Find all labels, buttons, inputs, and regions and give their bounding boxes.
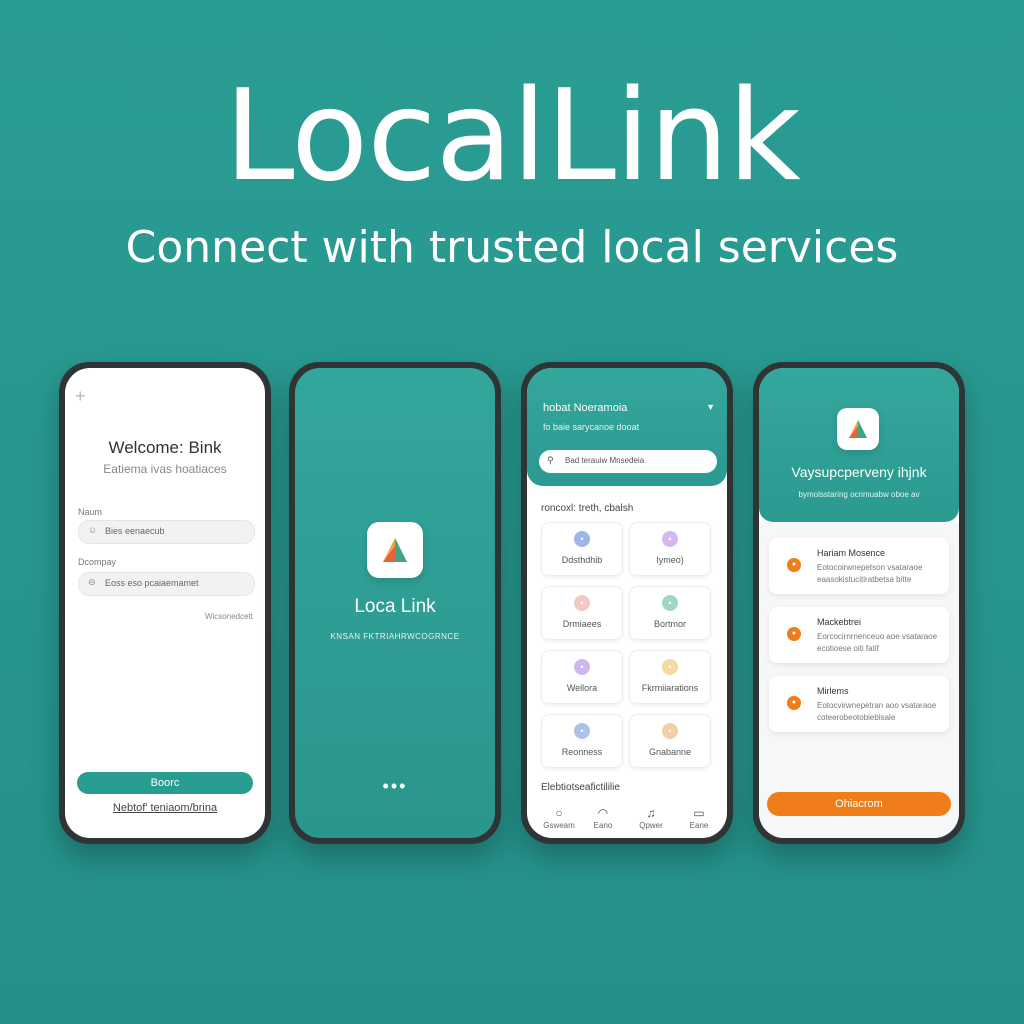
login-title: Welcome: Bink [108,438,222,457]
nav-item-search[interactable]: ◠ Eano [583,806,623,830]
paint-icon: • [574,595,590,611]
badge-icon: ● [787,696,801,710]
home-nav-icon: ○ [555,806,563,820]
home-header: hobat Noeramoia ▼ fo baie sarycanoe dooa… [527,368,727,486]
search-nav-icon: ◠ [597,806,609,820]
tools-icon: • [662,531,678,547]
category-card[interactable]: • Drmiaees [541,586,623,640]
user-icon: ☺ [88,525,98,535]
search-icon: ⚲ [547,455,554,465]
field-label: Naum [78,507,103,517]
nav-item-profile[interactable]: ▭ Eane [679,806,719,830]
home-screen: hobat Noeramoia ▼ fo baie sarycanoe dooa… [527,368,727,838]
provider-card[interactable]: ● Hariam Mosence Eotocoirwnepetson vsata… [769,538,949,594]
provider-detail: ecotioese oiti fatif [817,644,879,653]
star-icon: • [662,659,678,675]
category-label: Gnabanne [648,747,692,757]
provider-detail: Eorcocirnrnenceuo aoe vsataraoe [817,632,938,641]
phone-providers: Vaysupcperveny ihjnk bymolsstaring ocnmu… [753,362,965,844]
hero-subtitle: Connect with trusted local services [125,222,899,273]
nav-label: Eano [593,821,613,830]
nav-item-bookings[interactable]: ♫ Qpwer [631,806,671,830]
provider-detail: coteerobeotobieblsale [817,713,896,722]
badge-icon: ● [787,558,801,572]
signup-link[interactable]: Nebtof' teniaom/brina [65,802,265,814]
category-card[interactable]: • Gnabanne [629,714,711,768]
section-title: roncoxl: treth, cbalsh [541,503,634,514]
profile-nav-icon: ▭ [693,806,705,820]
category-label: Bortmor [653,619,686,629]
car-icon: • [662,723,678,739]
forgot-link[interactable]: Wicsonedcett [205,612,253,621]
provider-detail: Eotocvirwnepetran aoo vsataraoe [817,701,937,710]
category-card[interactable]: • Wellora [541,650,623,704]
search-input[interactable]: ⚲ Bad terauiw Mnsedeia [539,450,717,473]
splash-screen: Loca Link KNSAN FKTRIAHRWCOGRNCE ••• [295,368,495,838]
badge-icon: ● [787,627,801,641]
provider-card[interactable]: ● Mackebtrei Eorcocirnrnenceuo aoe vsata… [769,607,949,663]
provider-card[interactable]: ● Mirlems Eotocvirwnepetran aoo vsatarao… [769,676,949,732]
book-button[interactable]: Ohiacrom [767,792,951,816]
providers-header: Vaysupcperveny ihjnk bymolsstaring ocnmu… [759,368,959,522]
bottom-section-title: Elebtiotseafictililie [541,782,620,793]
category-card[interactable]: • Reonness [541,714,623,768]
category-label: Ddsthdhib [561,555,603,565]
splash-tagline: KNSAN FKTRIAHRWCOGRNCE [330,632,460,641]
field-label: Dcompay [78,557,117,567]
hero-title: LocalLink [224,62,801,209]
leaf-icon: • [662,595,678,611]
name-field[interactable]: ☺ Bies eenaecub [78,520,255,544]
plus-icon[interactable]: + [75,386,86,407]
phone-login: + Welcome: Bink Eatiema ivas hoatiaces N… [59,362,271,844]
home-icon: • [574,531,590,547]
sign-in-button[interactable]: Boorc [77,772,253,794]
category-card[interactable]: • Bortmor [629,586,711,640]
search-placeholder: Bad terauiw Mnsedeia [565,456,645,465]
provider-detail: Eotocoirwnepetson vsataraoe [817,563,923,572]
provider-name: Hariam Mosence [817,548,886,558]
loading-indicator: ••• [382,776,408,796]
chevron-down-icon[interactable]: ▼ [706,402,715,412]
field-value: Bies eenaecub [105,526,165,536]
login-subtitle: Eatiema ivas hoatiaces [103,462,227,476]
home-location: fo baie sarycanoe dooat [543,422,640,432]
category-label: Fkrmiiarations [641,683,699,693]
providers-title: Vaysupcperveny ihjnk [791,464,927,480]
calendar-nav-icon: ♫ [646,806,656,820]
providers-subtitle: bymolsstaring ocnmuabw oboe av [798,490,920,499]
nav-label: Gsweam [543,821,575,830]
password-field[interactable]: ⊖ Eoss eso pcaiaemamet [78,572,255,596]
category-card[interactable]: • Iymeo) [629,522,711,576]
home-greeting: hobat Noeramoia [543,402,628,414]
category-label: Iymeo) [656,555,684,565]
heart-icon: • [574,659,590,675]
nav-label: Qpwer [639,821,663,830]
providers-screen: Vaysupcperveny ihjnk bymolsstaring ocnmu… [759,368,959,838]
category-label: Drmiaees [562,619,602,629]
login-screen: + Welcome: Bink Eatiema ivas hoatiaces N… [65,368,265,838]
phone-home: hobat Noeramoia ▼ fo baie sarycanoe dooa… [521,362,733,844]
category-label: Wellora [566,683,598,693]
category-card[interactable]: • Fkrmiiarations [629,650,711,704]
lock-icon: ⊖ [88,577,96,587]
category-card[interactable]: • Ddsthdhib [541,522,623,576]
app-logo-icon [367,522,423,578]
field-value: Eoss eso pcaiaemamet [105,578,199,588]
provider-detail: eaasokistucitiratbetsa bitte [817,575,912,584]
drop-icon: • [574,723,590,739]
provider-name: Mackebtrei [817,617,862,627]
splash-app-name: Loca Link [354,596,436,617]
nav-item-home[interactable]: ○ Gsweam [539,806,579,830]
category-label: Reonness [561,747,603,757]
nav-label: Eane [689,821,709,830]
app-logo-icon [837,408,879,450]
provider-name: Mirlems [817,686,849,696]
phone-splash: Loca Link KNSAN FKTRIAHRWCOGRNCE ••• [289,362,501,844]
